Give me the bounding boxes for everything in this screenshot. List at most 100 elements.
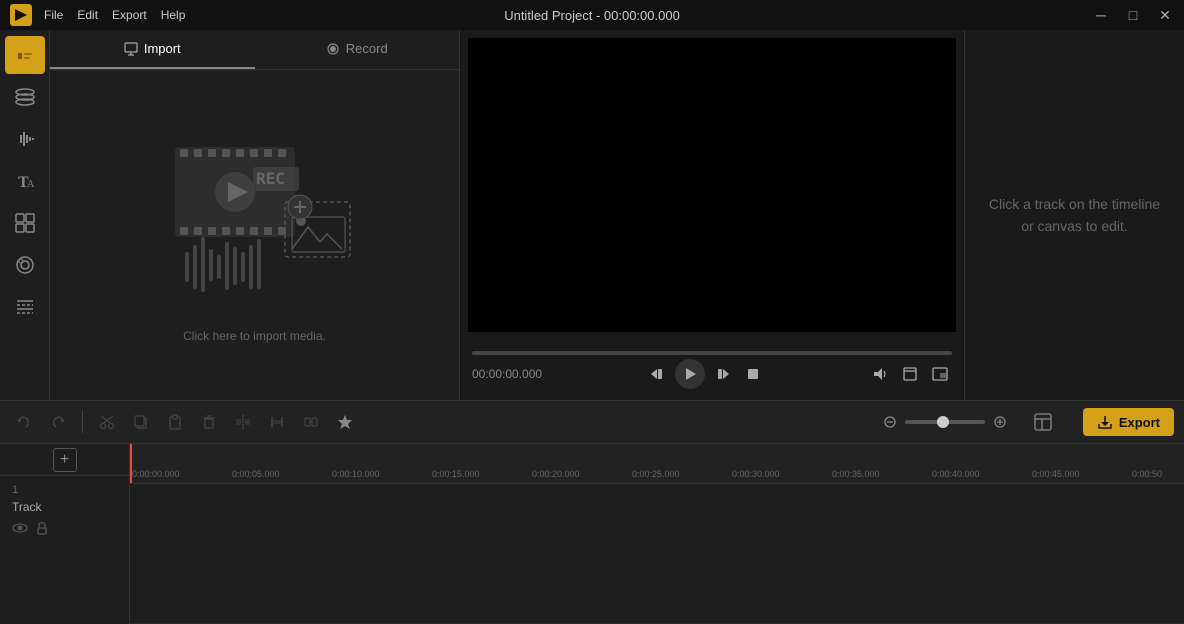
track-visibility-button[interactable] <box>12 520 28 539</box>
sidebar-item-audio[interactable] <box>5 120 45 158</box>
preview-controls: 00:00:00.000 <box>460 340 964 400</box>
ruler-mark-10: 0:00:50 <box>1132 469 1162 479</box>
preview-extra-buttons <box>868 362 952 386</box>
split-button[interactable] <box>229 408 257 436</box>
toolbar-sep-1 <box>82 411 83 433</box>
sidebar-item-transitions[interactable] <box>5 288 45 326</box>
media-panel: Import Record <box>50 30 460 400</box>
ruler-mark-0: 0:00:00.000 <box>132 469 180 479</box>
rewind-button[interactable] <box>645 362 669 386</box>
menu-export[interactable]: Export <box>112 8 147 22</box>
toolbar: Export <box>0 400 1184 444</box>
sidebar-item-templates[interactable] <box>5 204 45 242</box>
preview-panel: 00:00:00.000 <box>460 30 964 400</box>
cut-button[interactable] <box>93 408 121 436</box>
window-title: Untitled Project - 00:00:00.000 <box>504 8 680 23</box>
group-button[interactable] <box>297 408 325 436</box>
titlebar-left: File Edit Export Help <box>10 4 185 26</box>
timeline-content: 0:00:00.000 0:00:05.000 0:00:10.000 0:00… <box>130 444 1184 624</box>
app-logo-icon <box>10 4 32 26</box>
zoom-knob[interactable] <box>937 416 949 428</box>
track-lock-button[interactable] <box>34 520 50 539</box>
import-hint[interactable]: Click here to import media. <box>183 329 326 343</box>
import-graphic: REC <box>145 127 365 317</box>
menu-help[interactable]: Help <box>161 8 186 22</box>
stop-button[interactable] <box>741 362 765 386</box>
menu-edit[interactable]: Edit <box>77 8 98 22</box>
svg-text:A: A <box>27 179 35 190</box>
import-icon <box>124 42 138 56</box>
svg-text:REC: REC <box>256 169 285 188</box>
delete-button[interactable] <box>195 408 223 436</box>
track-1-name: Track <box>12 500 117 514</box>
timeline-ruler[interactable]: 0:00:00.000 0:00:05.000 0:00:10.000 0:00… <box>130 444 1184 484</box>
ruler-mark-8: 0:00:40.000 <box>932 469 980 479</box>
template-button[interactable] <box>1025 408 1061 436</box>
export-label: Export <box>1119 415 1160 430</box>
layers-icon <box>14 86 36 108</box>
sidebar-item-layers[interactable] <box>5 78 45 116</box>
export-button[interactable]: Export <box>1083 408 1174 436</box>
effects-icon <box>14 254 36 276</box>
fullscreen-button[interactable] <box>898 362 922 386</box>
ruler-mark-7: 0:00:35.000 <box>832 469 880 479</box>
control-row: 00:00:00.000 <box>472 359 952 389</box>
media-tabs: Import Record <box>50 30 459 70</box>
video-canvas <box>468 38 956 332</box>
zoom-minus-button[interactable] <box>879 411 901 433</box>
sidebar: T A <box>0 30 50 400</box>
audio-icon <box>14 128 36 150</box>
volume-button[interactable] <box>868 362 892 386</box>
track-labels: + 1 Track <box>0 444 130 624</box>
menu-file[interactable]: File <box>44 8 63 22</box>
info-text: Click a track on the timeline or canvas … <box>985 193 1164 238</box>
zoom-plus-button[interactable] <box>989 411 1011 433</box>
export-icon <box>1097 414 1113 430</box>
main-area: T A <box>0 30 1184 400</box>
pip-button[interactable] <box>928 362 952 386</box>
sidebar-item-media[interactable] <box>5 36 45 74</box>
ruler-mark-2: 0:00:10.000 <box>332 469 380 479</box>
ruler-mark-4: 0:00:20.000 <box>532 469 580 479</box>
track-1-area[interactable] <box>130 484 1184 624</box>
tab-record[interactable]: Record <box>255 30 460 69</box>
tab-import[interactable]: Import <box>50 30 255 69</box>
redo-button[interactable] <box>44 408 72 436</box>
add-track-button[interactable]: + <box>53 448 77 472</box>
undo-button[interactable] <box>10 408 38 436</box>
sidebar-item-effects[interactable] <box>5 246 45 284</box>
ruler-mark-1: 0:00:05.000 <box>232 469 280 479</box>
timeline-tracks <box>130 484 1184 624</box>
time-display: 00:00:00.000 <box>472 367 542 381</box>
trim-button[interactable] <box>263 408 291 436</box>
progress-bar[interactable] <box>472 351 952 355</box>
minimize-button[interactable]: ─ <box>1092 7 1110 23</box>
record-icon <box>326 42 340 56</box>
track-1-icons <box>12 520 117 539</box>
ruler-mark-9: 0:00:45.000 <box>1032 469 1080 479</box>
close-button[interactable]: ✕ <box>1156 7 1174 24</box>
zoom-slider[interactable] <box>905 420 985 424</box>
templates-icon <box>14 212 36 234</box>
marker-button[interactable] <box>331 408 359 436</box>
zoom-control <box>879 411 1011 433</box>
copy-button[interactable] <box>127 408 155 436</box>
add-track-row: + <box>0 444 129 476</box>
maximize-button[interactable]: □ <box>1124 7 1142 23</box>
track-1-label: 1 Track <box>0 476 129 624</box>
media-content[interactable]: REC <box>50 70 459 400</box>
window-controls: ─ □ ✕ <box>1092 7 1174 24</box>
ruler-mark-3: 0:00:15.000 <box>432 469 480 479</box>
transitions-icon <box>14 296 36 318</box>
paste-button[interactable] <box>161 408 189 436</box>
text-icon: T A <box>14 170 36 192</box>
info-panel: Click a track on the timeline or canvas … <box>964 30 1184 400</box>
timeline: + 1 Track 0:00:00.000 0:00:05.000 0:00:1… <box>0 444 1184 624</box>
folder-icon <box>14 44 36 66</box>
playhead <box>130 444 132 483</box>
forward-button[interactable] <box>711 362 735 386</box>
ruler-mark-6: 0:00:30.000 <box>732 469 780 479</box>
sidebar-item-text[interactable]: T A <box>5 162 45 200</box>
play-button[interactable] <box>675 359 705 389</box>
menu-bar: File Edit Export Help <box>44 8 185 22</box>
